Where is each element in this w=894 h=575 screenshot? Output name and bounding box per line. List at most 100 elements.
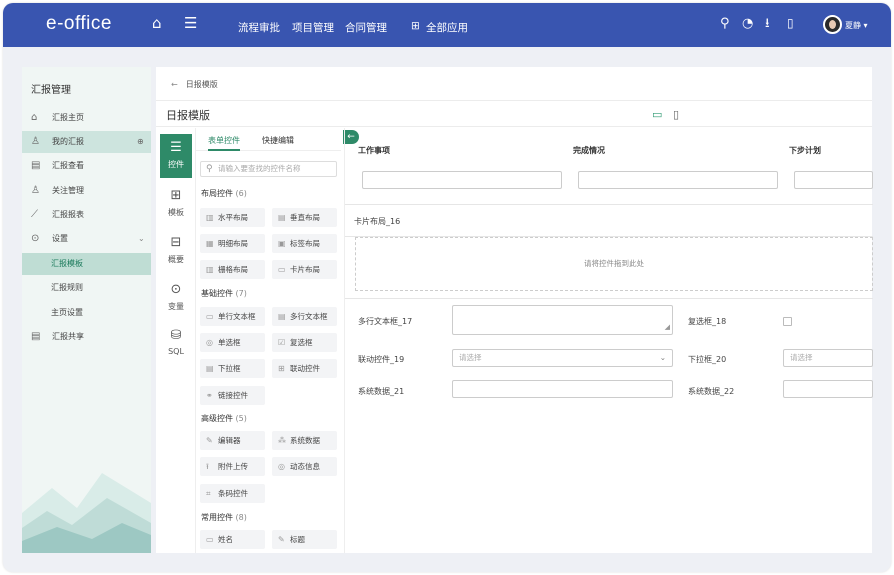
control-dropdown[interactable]: ▤ 下拉框 <box>200 359 265 378</box>
name-icon: ▭ <box>206 535 214 544</box>
all-apps-icon[interactable]: ⊞ <box>411 20 420 32</box>
nav-contract[interactable]: 合同管理 <box>345 20 387 35</box>
sysdata22-label: 系统数据_22 <box>688 387 735 396</box>
system-data-icon: ⁂ <box>278 436 286 445</box>
download-icon[interactable]: ⭳ <box>765 16 770 31</box>
control-vertical-layout[interactable]: ▤ 垂直布局 <box>272 208 337 227</box>
multiline-textarea[interactable]: ◢ <box>452 305 673 335</box>
group-basic: 基础控件 (7) <box>201 289 247 298</box>
chevron-down-icon: ⌄ <box>659 353 666 362</box>
rail-summary[interactable]: ⊟ 概要 <box>160 229 192 273</box>
linkage-select[interactable]: 请选择 ⌄ <box>452 349 673 367</box>
resize-handle-icon[interactable]: ◢ <box>665 319 670 335</box>
sidebar-item-report-view[interactable]: ▤ 汇报查看 <box>22 155 151 177</box>
sidebar-item-report-chart[interactable]: ⟋ 汇报报表 <box>22 204 151 226</box>
control-radio[interactable]: ◎ 单选框 <box>200 333 265 352</box>
nav-all-apps[interactable]: 全部应用 <box>426 20 468 35</box>
document-icon[interactable]: ▯ <box>787 16 794 31</box>
sidebar-item-report-home[interactable]: ⌂ 汇报主页 <box>22 107 151 129</box>
group-advanced: 高级控件 (5) <box>201 414 247 423</box>
form-canvas: 工作事项 完成情况 下步计划 卡片布局_16 请将控件拖到此处 多行文本框_17… <box>344 128 873 553</box>
controls-icon: ☰ <box>170 140 182 155</box>
header-next-plan: 下步计划 <box>789 146 821 155</box>
control-attachment[interactable]: ⭱ 附件上传 <box>200 457 265 476</box>
rail-sql[interactable]: ⛁ SQL <box>160 322 192 366</box>
tab-form-controls[interactable]: 表单控件 <box>208 135 240 151</box>
chart-icon: ⟋ <box>31 209 38 220</box>
sysdata22-input[interactable] <box>783 380 873 398</box>
sidebar-item-follow[interactable]: ♙ 关注管理 <box>22 180 151 202</box>
rail-template[interactable]: ⊞ 模板 <box>160 182 192 226</box>
add-icon[interactable]: ⊕ <box>137 131 144 153</box>
tab-layout-icon: ▣ <box>278 239 286 248</box>
nav-workflow[interactable]: 流程审批 <box>238 20 280 35</box>
completion-input[interactable] <box>578 171 778 189</box>
mobile-icon[interactable]: ▯ <box>673 108 679 121</box>
work-items-input[interactable] <box>362 171 562 189</box>
breadcrumb: ← 日报模版 <box>171 80 218 89</box>
control-horizontal-layout[interactable]: ▥ 水平布局 <box>200 208 265 227</box>
home-icon[interactable]: ⌂ <box>152 16 162 31</box>
control-tab-layout[interactable]: ▣ 标签布局 <box>272 234 337 253</box>
card-layout-label[interactable]: 卡片布局_16 <box>354 216 400 227</box>
follow-icon: ♙ <box>31 185 40 196</box>
search-icon: ⚲ <box>206 164 213 174</box>
clock-icon[interactable]: ◔ <box>742 16 753 31</box>
control-checkbox[interactable]: ☑ 复选框 <box>272 333 337 352</box>
share-icon: ▤ <box>31 331 41 342</box>
drop-zone[interactable]: 请将控件拖到此处 <box>355 237 873 291</box>
next-plan-input[interactable] <box>794 171 873 189</box>
sidebar-title: 汇报管理 <box>31 85 71 96</box>
control-dynamic-info[interactable]: ◎ 动态信息 <box>272 457 337 476</box>
panel-tabs: 表单控件 快捷编辑 <box>196 128 341 151</box>
control-name[interactable]: ▭ 姓名 <box>200 530 265 549</box>
sidebar-item-my-report[interactable]: ♙ 我的汇报 ⊕ <box>22 131 151 153</box>
rail-controls[interactable]: ☰ 控件 <box>160 134 192 178</box>
control-barcode[interactable]: ⌗ 条码控件 <box>200 484 265 503</box>
search-icon[interactable]: ⚲ <box>720 16 730 31</box>
multi-text-icon: ▤ <box>278 312 286 321</box>
single-text-icon: ▭ <box>206 312 214 321</box>
sidebar-item-settings[interactable]: ⊙ 设置 ⌄ <box>22 228 151 250</box>
control-card-layout[interactable]: ▭ 卡片布局 <box>272 260 337 279</box>
dropdown-select[interactable]: 请选择 <box>783 349 873 367</box>
variable-icon: ⊙ <box>170 282 182 297</box>
rail-variable[interactable]: ⊙ 变量 <box>160 276 192 320</box>
tab-quick-edit[interactable]: 快捷编辑 <box>262 135 294 146</box>
controls-panel: 表单控件 快捷编辑 ⚲ 请输入要查找的控件名称 布局控件 (6) ▥ 水平布局 ▤ 垂… <box>196 128 341 553</box>
sysdata21-label: 系统数据_21 <box>358 387 405 396</box>
control-title[interactable]: ✎ 标题 <box>272 530 337 549</box>
nav-project[interactable]: 项目管理 <box>292 20 334 35</box>
control-linkage[interactable]: ⊞ 联动控件 <box>272 359 337 378</box>
control-link[interactable]: ⚭ 链接控件 <box>200 386 265 405</box>
checkbox-18[interactable] <box>783 317 792 326</box>
control-multi-text[interactable]: ▤ 多行文本框 <box>272 307 337 326</box>
header-work-items: 工作事项 <box>358 146 390 155</box>
sidebar-item-report-template[interactable]: 汇报模板 <box>22 253 151 275</box>
group-common: 常用控件 (8) <box>201 513 247 522</box>
sidebar-item-report-rules[interactable]: 汇报规则 <box>22 277 151 299</box>
upload-icon: ⭱ <box>206 462 209 471</box>
back-arrow-icon[interactable]: ← <box>171 80 178 89</box>
menu-icon[interactable]: ☰ <box>184 16 197 31</box>
horizontal-layout-icon: ▥ <box>206 213 214 222</box>
multiline-label: 多行文本框_17 <box>358 317 413 326</box>
control-detail-layout[interactable]: ▦ 明细布局 <box>200 234 265 253</box>
sysdata21-input[interactable] <box>452 380 673 398</box>
desktop-icon[interactable]: ▭ <box>652 108 662 121</box>
avatar[interactable] <box>823 15 842 34</box>
control-search-input[interactable]: ⚲ 请输入要查找的控件名称 <box>200 161 337 177</box>
sidebar-item-home-settings[interactable]: 主页设置 <box>22 302 151 324</box>
sidebar-item-report-share[interactable]: ▤ 汇报共享 <box>22 326 151 348</box>
control-editor[interactable]: ✎ 编辑器 <box>200 431 265 450</box>
control-grid-layout[interactable]: ▥ 栅格布局 <box>200 260 265 279</box>
summary-icon: ⊟ <box>170 235 182 250</box>
control-single-text[interactable]: ▭ 单行文本框 <box>200 307 265 326</box>
app-logo[interactable]: e-office <box>46 13 112 35</box>
control-system-data[interactable]: ⁂ 系统数据 <box>272 431 337 450</box>
user-name[interactable]: 夏静 ▾ <box>845 20 868 31</box>
header-completion: 完成情况 <box>573 146 605 155</box>
chevron-down-icon: ⌄ <box>138 234 145 243</box>
settings-icon: ⊙ <box>31 233 40 244</box>
dropdown-label: 下拉框_20 <box>688 355 727 364</box>
